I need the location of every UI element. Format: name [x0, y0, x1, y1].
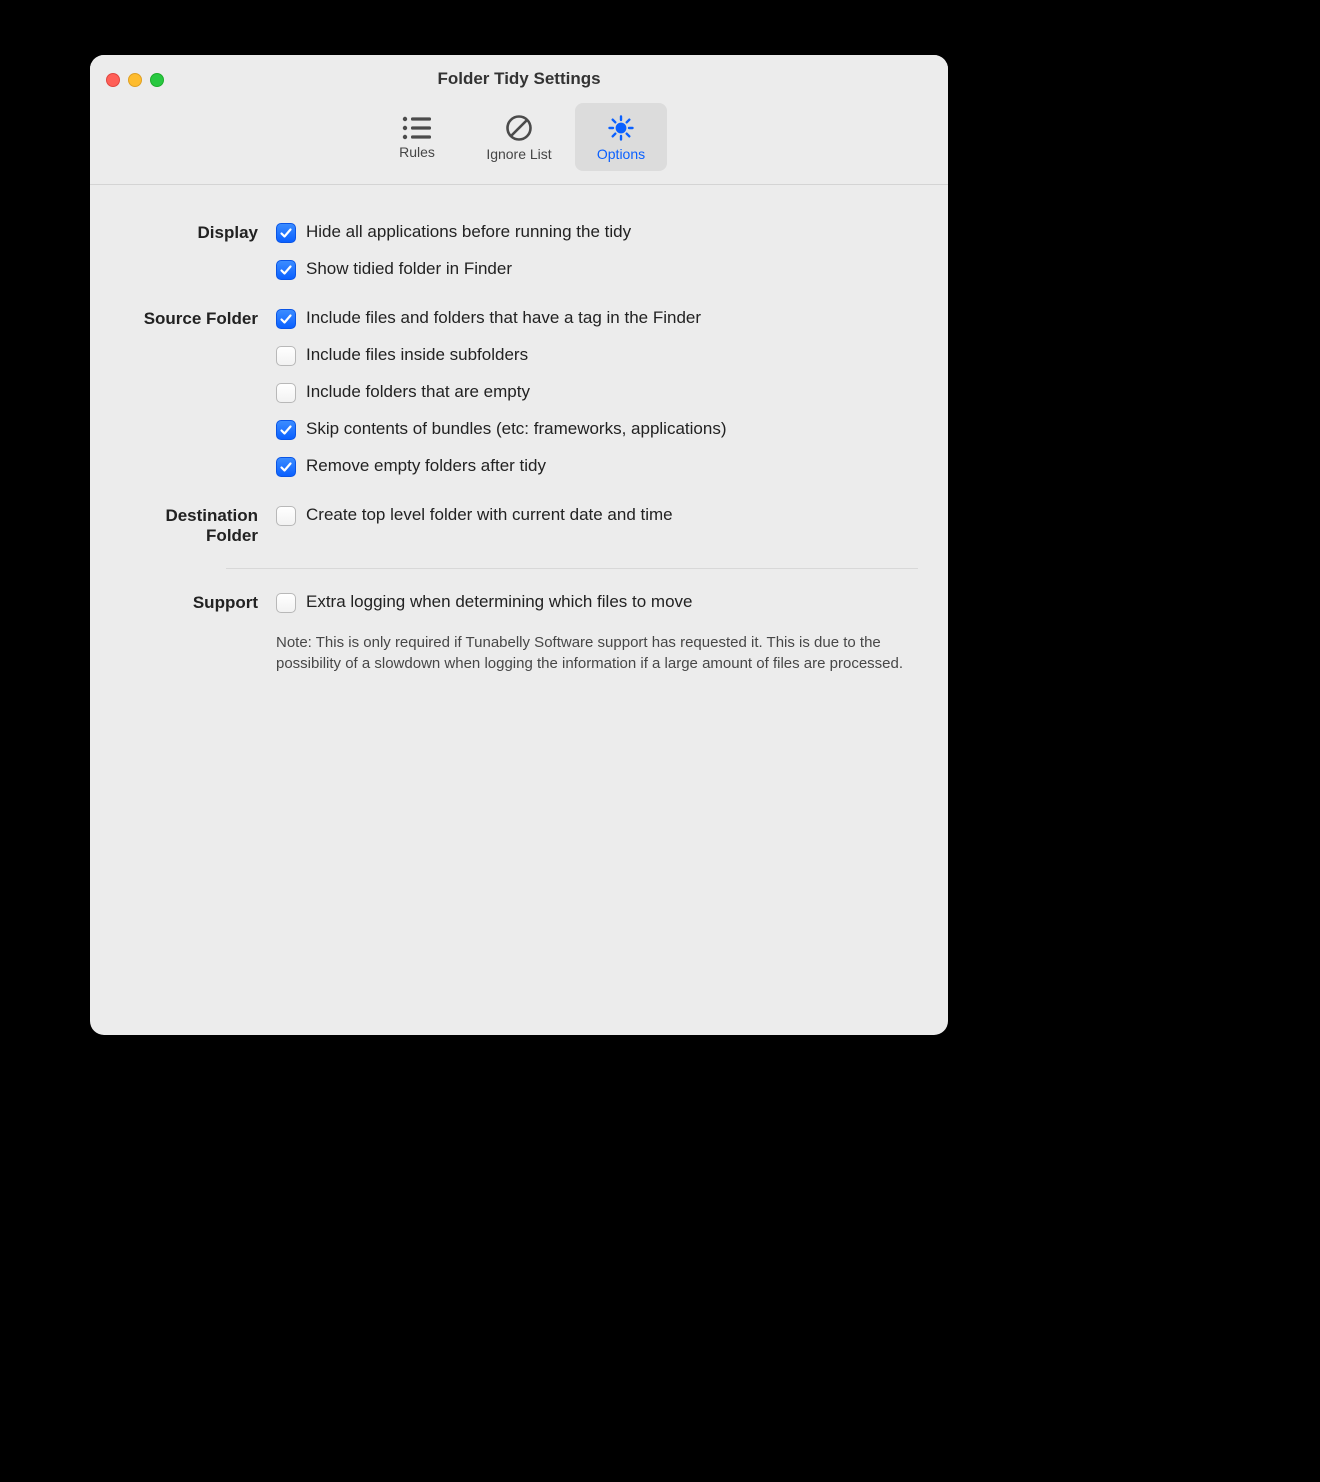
tab-options[interactable]: Options	[575, 103, 667, 171]
settings-window: Folder Tidy Settings Rules Ignore List	[90, 55, 948, 1035]
tab-rules-label: Rules	[399, 144, 435, 160]
row-show-finder: Show tidied folder in Finder	[276, 258, 918, 281]
label-include-tagged: Include files and folders that have a ta…	[306, 307, 701, 330]
row-include-tagged: Include files and folders that have a ta…	[276, 307, 918, 330]
row-hide-apps: Hide all applications before running the…	[276, 221, 918, 244]
section-display-heading: Display	[120, 221, 276, 243]
row-create-dated: Create top level folder with current dat…	[276, 504, 918, 527]
tab-ignore-label: Ignore List	[486, 146, 551, 162]
checkbox-hide-apps[interactable]	[276, 223, 296, 243]
window-title: Folder Tidy Settings	[90, 69, 948, 89]
checkbox-extra-logging[interactable]	[276, 593, 296, 613]
label-remove-empty: Remove empty folders after tidy	[306, 455, 546, 478]
label-show-finder: Show tidied folder in Finder	[306, 258, 512, 281]
section-source-heading: Source Folder	[120, 307, 276, 329]
row-include-empty: Include folders that are empty	[276, 381, 918, 404]
label-extra-logging: Extra logging when determining which fil…	[306, 591, 692, 614]
label-skip-bundles: Skip contents of bundles (etc: framework…	[306, 418, 726, 441]
row-remove-empty: Remove empty folders after tidy	[276, 455, 918, 478]
checkmark-icon	[279, 263, 293, 277]
prohibit-icon	[504, 113, 534, 143]
section-source-folder: Source Folder Include files and folders …	[120, 297, 918, 494]
checkbox-skip-bundles[interactable]	[276, 420, 296, 440]
label-hide-apps: Hide all applications before running the…	[306, 221, 631, 244]
list-icon	[401, 115, 433, 141]
separator	[226, 568, 918, 569]
checkbox-remove-empty[interactable]	[276, 457, 296, 477]
row-skip-bundles: Skip contents of bundles (etc: framework…	[276, 418, 918, 441]
checkbox-show-finder[interactable]	[276, 260, 296, 280]
section-support-heading: Support	[120, 591, 276, 613]
section-display: Display Hide all applications before run…	[120, 211, 918, 297]
row-include-subfolders: Include files inside subfolders	[276, 344, 918, 367]
label-include-empty: Include folders that are empty	[306, 381, 530, 404]
checkbox-create-dated[interactable]	[276, 506, 296, 526]
row-extra-logging: Extra logging when determining which fil…	[276, 591, 918, 614]
label-create-dated: Create top level folder with current dat…	[306, 504, 673, 527]
section-destination-heading: Destination Folder	[120, 504, 276, 546]
support-note: Note: This is only required if Tunabelly…	[276, 628, 918, 674]
content-area: Display Hide all applications before run…	[90, 185, 948, 714]
checkbox-include-tagged[interactable]	[276, 309, 296, 329]
section-destination-folder: Destination Folder Create top level fold…	[120, 494, 918, 556]
gear-icon	[606, 113, 636, 143]
titlebar: Folder Tidy Settings Rules Ignore List	[90, 55, 948, 185]
label-include-subfolders: Include files inside subfolders	[306, 344, 528, 367]
tab-options-label: Options	[597, 146, 645, 162]
checkbox-include-empty[interactable]	[276, 383, 296, 403]
checkbox-include-subfolders[interactable]	[276, 346, 296, 366]
toolbar: Rules Ignore List Options	[90, 103, 948, 171]
tab-ignore-list[interactable]: Ignore List	[471, 103, 567, 171]
checkmark-icon	[279, 312, 293, 326]
section-support: Support Extra logging when determining w…	[120, 581, 918, 684]
checkmark-icon	[279, 460, 293, 474]
checkmark-icon	[279, 423, 293, 437]
tab-rules[interactable]: Rules	[371, 103, 463, 171]
checkmark-icon	[279, 226, 293, 240]
